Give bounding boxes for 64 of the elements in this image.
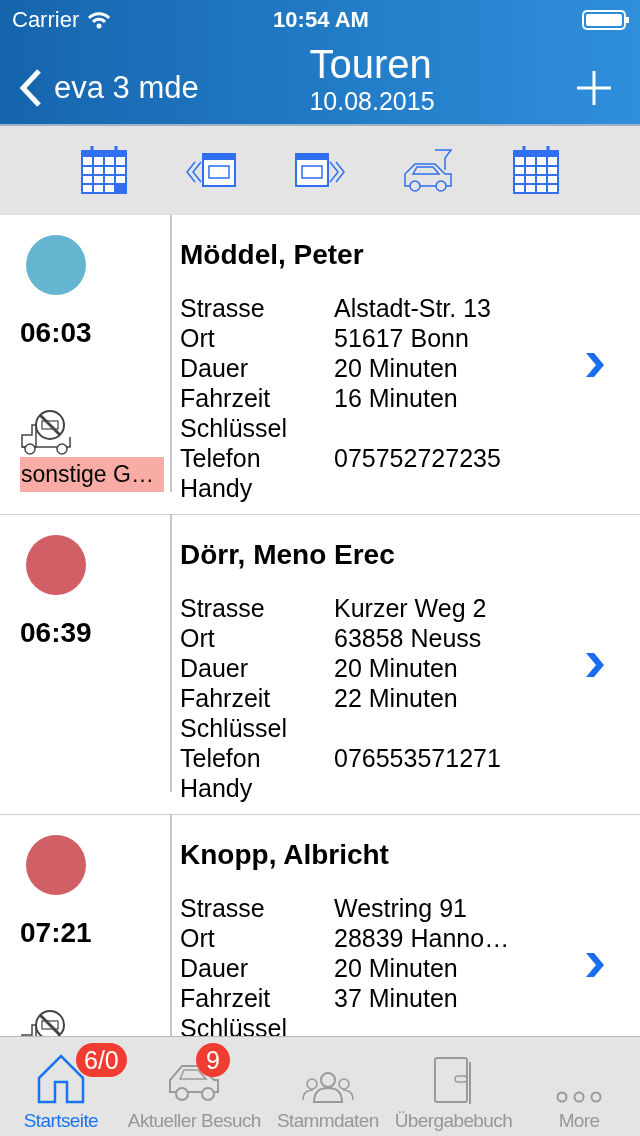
field-label: Fahrzeit xyxy=(180,683,272,713)
field-label: Ort xyxy=(180,323,216,353)
back-chevron-icon xyxy=(18,68,42,108)
field-label: Fahrzeit xyxy=(180,383,272,413)
field-label: Schlüssel xyxy=(180,413,288,443)
field-value: 20 Minuten xyxy=(334,953,458,983)
add-icon[interactable] xyxy=(576,70,612,106)
more-icon xyxy=(555,1090,604,1104)
field-label: Strasse xyxy=(180,593,266,623)
book-icon xyxy=(433,1056,474,1104)
wifi-icon xyxy=(87,11,112,29)
car-icon[interactable] xyxy=(402,148,455,192)
people-icon xyxy=(301,1070,354,1104)
field-label: Strasse xyxy=(180,893,266,923)
field-value: Kurzer Weg 2 xyxy=(334,593,487,623)
field-value: Alstadt-Str. 13 xyxy=(334,293,492,323)
status-time: 10:54 AM xyxy=(273,7,369,33)
appointment-time: 06:03 xyxy=(20,317,93,349)
customer-name: Knopp, Albricht xyxy=(180,839,390,871)
field-value: 22 Minuten xyxy=(334,683,458,713)
field-label: Dauer xyxy=(180,953,250,983)
back-button[interactable]: eva 3 mde xyxy=(18,68,228,108)
chevron-right-icon[interactable] xyxy=(584,650,606,679)
category-tag: sonstige G… xyxy=(20,457,164,492)
field-label: Schlüssel xyxy=(180,713,288,743)
field-label: Strasse xyxy=(180,293,266,323)
notification-badge: 9 xyxy=(195,1043,230,1077)
field-value: 51617 Bonn xyxy=(334,323,469,353)
calendar-icon[interactable] xyxy=(80,145,129,195)
chevron-right-icon[interactable] xyxy=(584,950,606,979)
field-value: Westring 91 xyxy=(334,893,467,923)
customer-name: Möddel, Peter xyxy=(180,239,365,271)
field-label: Handy xyxy=(180,773,254,803)
next-day-icon[interactable] xyxy=(294,150,346,190)
appointment-time: 06:39 xyxy=(20,617,93,649)
field-value: 37 Minuten xyxy=(334,983,458,1013)
notification-badge: 6/0 xyxy=(76,1043,127,1077)
tab-bar-item[interactable]: More xyxy=(518,1037,640,1136)
field-value: 076553571271 xyxy=(334,743,501,773)
screen-title: Touren xyxy=(309,42,432,86)
tab-bar-item[interactable]: Übergabebuch xyxy=(388,1037,519,1136)
field-value: 075752727235 xyxy=(334,443,501,473)
field-label: Ort xyxy=(180,623,216,653)
previous-day-icon[interactable] xyxy=(185,150,238,190)
carrier-label: Carrier xyxy=(12,7,80,33)
field-label: Ort xyxy=(180,923,216,953)
field-label: Fahrzeit xyxy=(180,983,272,1013)
field-label: Dauer xyxy=(180,653,250,683)
date-label: 10.08.2015 xyxy=(309,86,435,116)
field-value: 63858 Neuss xyxy=(334,623,482,653)
field-label: Telefon xyxy=(180,443,262,473)
field-label: Dauer xyxy=(180,353,250,383)
appointment-time: 07:21 xyxy=(20,917,93,949)
field-value: 20 Minuten xyxy=(334,653,458,683)
field-value: 28839 Hanno… xyxy=(334,923,510,953)
tab-bar-item[interactable]: Stammdaten xyxy=(266,1037,389,1136)
customer-name: Dörr, Meno Erec xyxy=(180,539,396,571)
calendar-icon[interactable] xyxy=(511,145,560,195)
field-value: 16 Minuten xyxy=(334,383,458,413)
field-value: 20 Minuten xyxy=(334,353,458,383)
chevron-right-icon[interactable] xyxy=(584,350,606,379)
field-label: Telefon xyxy=(180,743,262,773)
battery-icon xyxy=(582,10,630,30)
field-label: Handy xyxy=(180,473,254,503)
